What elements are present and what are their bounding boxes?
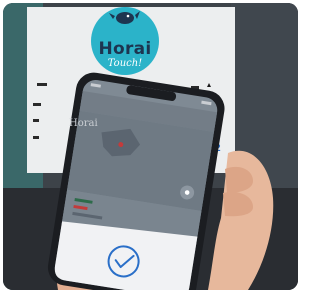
- photo: 2: [3, 3, 298, 290]
- phone-app-title: Horai: [69, 118, 98, 129]
- photo-frame: 2: [0, 0, 301, 293]
- logo-name: Horai: [98, 39, 152, 59]
- logo-tagline: Touch!: [107, 58, 143, 69]
